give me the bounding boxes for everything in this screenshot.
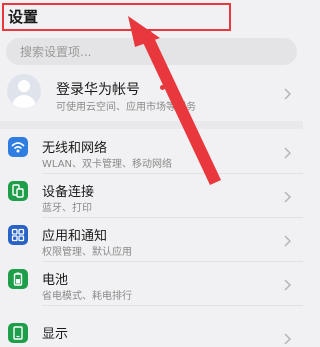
settings-screen: 设置 搜索设置项... 登录华为帐号 可使用云空间、应用市场等服务 无线和网络 … [0,0,303,347]
annotation-arrow [128,16,221,185]
